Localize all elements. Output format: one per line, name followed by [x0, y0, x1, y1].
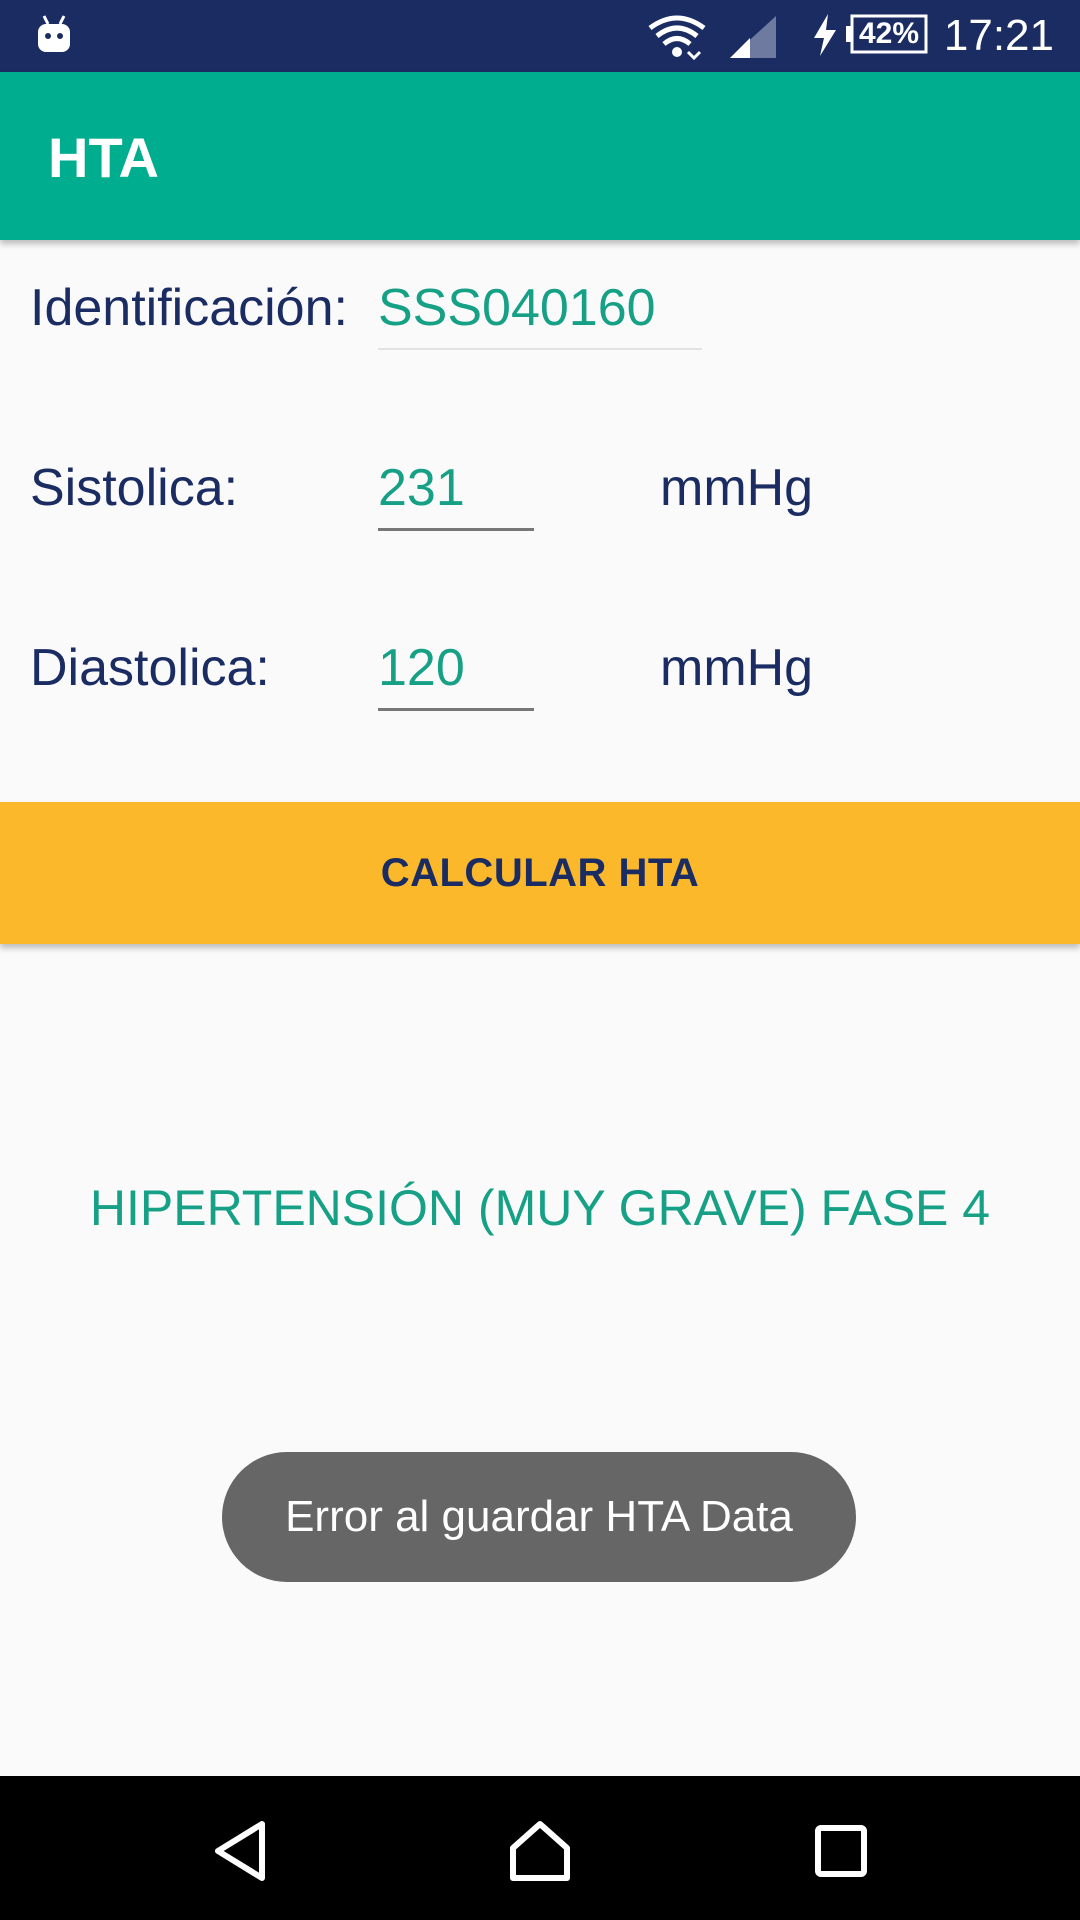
identificacion-label: Identificación: [30, 279, 348, 337]
charging-bolt-icon [814, 14, 836, 56]
app-bar: HTA [0, 72, 1080, 240]
error-toast: Error al guardar HTA Data [222, 1452, 856, 1582]
identificacion-underline [378, 348, 702, 350]
diastolica-underline [378, 708, 534, 711]
app-title: HTA [48, 126, 159, 189]
status-bar: 42% 17:21 [0, 0, 1080, 72]
sistolica-label: Sistolica: [30, 459, 239, 517]
recents-icon[interactable] [806, 1816, 876, 1886]
signal-icon [730, 16, 776, 58]
status-time: 17:21 [943, 11, 1054, 60]
navigation-bar [0, 1776, 1080, 1920]
wifi-icon [648, 15, 706, 61]
home-icon[interactable] [505, 1816, 575, 1886]
diastolica-input[interactable]: 120 [378, 638, 465, 698]
result-text: HIPERTENSIÓN (MUY GRAVE) FASE 4 [89, 1180, 991, 1236]
identificacion-input[interactable]: SSS040160 [378, 278, 656, 338]
toast-message: Error al guardar HTA Data [285, 1492, 793, 1541]
diastolica-unit: mmHg [660, 639, 814, 697]
diastolica-label: Diastolica: [30, 639, 270, 697]
calcular-hta-button[interactable]: CALCULAR HTA [0, 802, 1080, 944]
calcular-hta-label: CALCULAR HTA [380, 850, 700, 895]
battery-percentage: 42% [858, 17, 920, 50]
back-icon[interactable] [206, 1816, 276, 1886]
sistolica-unit: mmHg [660, 459, 814, 517]
sistolica-underline [378, 528, 534, 531]
sistolica-input[interactable]: 231 [378, 458, 465, 518]
android-icon [38, 15, 70, 52]
